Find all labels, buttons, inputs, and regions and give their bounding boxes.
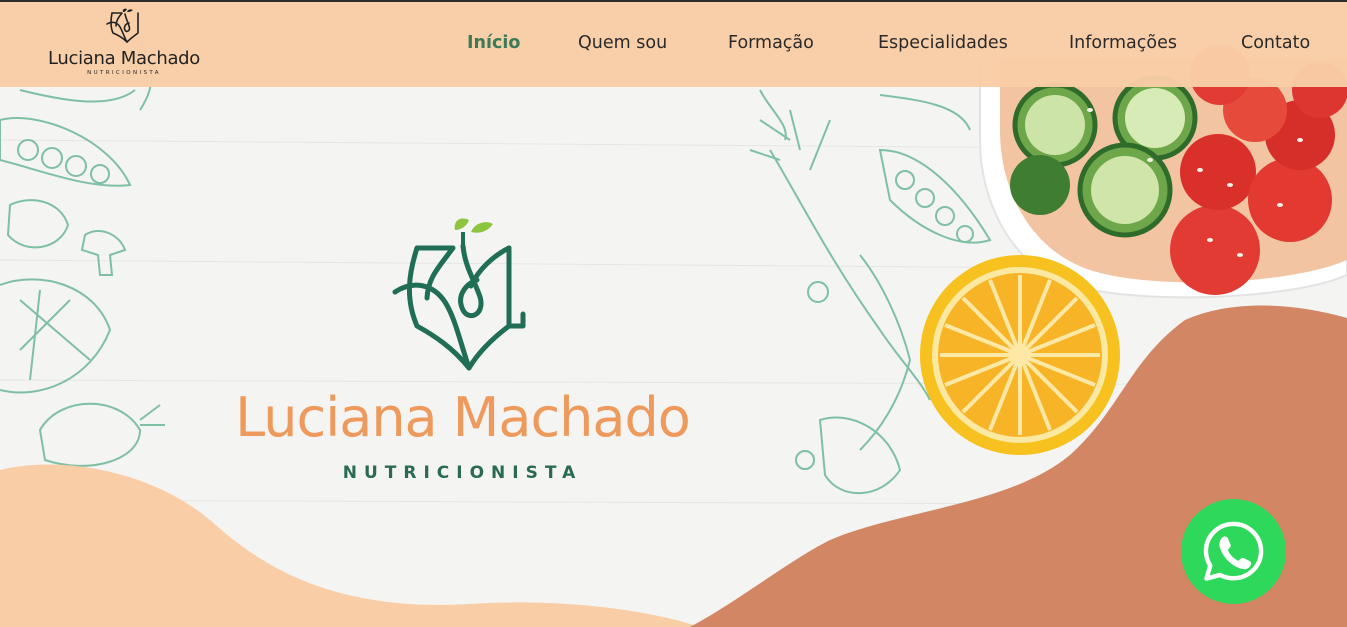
lemon-half: [920, 255, 1120, 455]
nav-item-especialidades[interactable]: Especialidades: [878, 33, 1008, 53]
top-rule: [0, 0, 1347, 2]
nav-item-formacao[interactable]: Formação: [728, 33, 814, 53]
hero-brand-subtitle: NUTRICIONISTA: [342, 463, 583, 483]
site-header: Luciana Machado NUTRICIONISTA Início Que…: [0, 2, 1347, 87]
nav-item-contato[interactable]: Contato: [1241, 33, 1310, 53]
whatsapp-icon: [1203, 521, 1264, 581]
brand-leaf-logo-icon: [392, 218, 525, 371]
nav-item-quem-sou[interactable]: Quem sou: [578, 33, 667, 53]
whatsapp-button[interactable]: [1181, 499, 1286, 604]
nav-item-informacoes[interactable]: Informações: [1069, 33, 1177, 53]
nav-item-inicio[interactable]: Início: [467, 33, 520, 53]
hero-brand-name: Luciana Machado: [235, 386, 691, 449]
page: Luciana Machado NUTRICIONISTA Luciana Ma…: [0, 0, 1347, 627]
hero-brand: Luciana Machado NUTRICIONISTA: [180, 218, 745, 483]
main-nav: Início Quem sou Formação Especialidades …: [0, 2, 1347, 87]
